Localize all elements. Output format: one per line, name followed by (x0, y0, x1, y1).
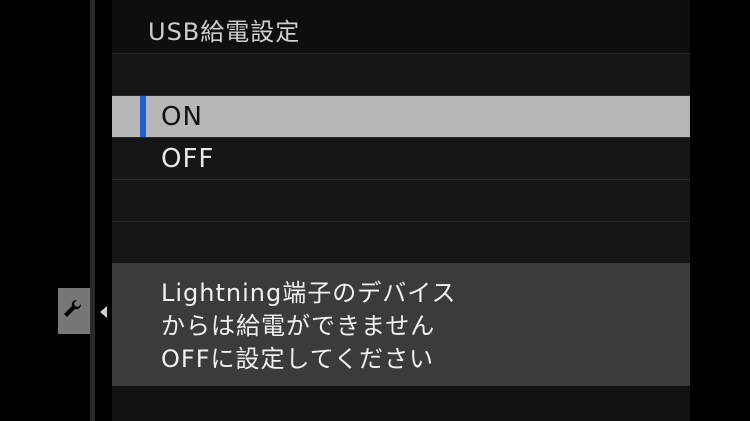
message-line: Lightning端子のデバイス (161, 279, 457, 307)
info-message: Lightning端子のデバイス からは給電ができません OFFに設定してくださ… (112, 263, 690, 386)
message-line: からは給電ができません (161, 312, 436, 340)
menu-header: USB給電設定 (112, 0, 690, 54)
wrench-icon (64, 300, 81, 317)
empty-row (112, 180, 690, 222)
camera-menu-screen: USB給電設定 ON OFF Lightning端子のデバイス からは給電ができ… (0, 0, 750, 421)
option-on[interactable]: ON (112, 96, 690, 138)
bottom-strip (112, 386, 690, 421)
selection-indicator (140, 96, 146, 137)
empty-row (112, 54, 690, 96)
setup-tab[interactable] (58, 288, 90, 334)
option-off[interactable]: OFF (112, 138, 690, 180)
page-title: USB給電設定 (148, 18, 301, 46)
option-off-label: OFF (161, 144, 215, 174)
caret-left-icon (100, 306, 107, 318)
option-on-label: ON (161, 102, 203, 132)
empty-row (112, 222, 690, 264)
message-line: OFFに設定してください (161, 345, 435, 373)
left-rail (90, 0, 95, 421)
